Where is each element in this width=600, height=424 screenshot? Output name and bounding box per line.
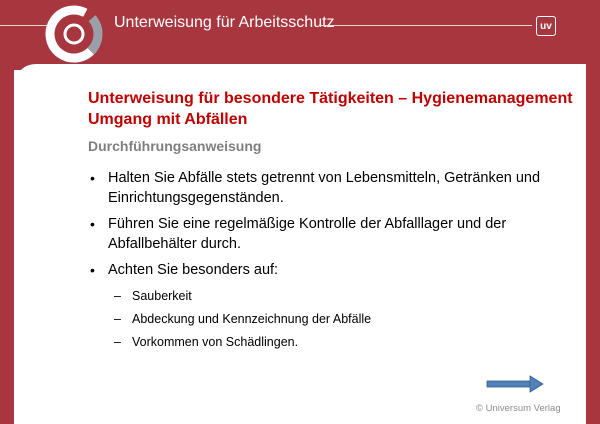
header-title: Unterweisung für Arbeitsschutz <box>114 14 335 31</box>
bullet-text: Halten Sie Abfälle stets getrennt von Le… <box>108 170 541 206</box>
section-subtitle: Durchführungsanweisung <box>88 138 262 154</box>
bullet-text: Führen Sie eine regelmäßige Kontrolle de… <box>108 216 507 252</box>
sub-bullet-item: – Vorkommen von Schädlingen. <box>108 332 568 352</box>
header-rule-right <box>320 25 532 26</box>
right-arrow-icon[interactable] <box>486 374 544 394</box>
sub-bullet-list: – Sauberkeit – Abdeckung und Kennzeichnu… <box>108 286 568 352</box>
sub-bullet-marker: – <box>114 335 121 349</box>
bullet-marker: • <box>90 216 95 232</box>
sub-bullet-text: Abdeckung und Kennzeichnung der Abfälle <box>132 312 372 326</box>
brand-logo-icon <box>45 5 103 63</box>
bullet-marker: • <box>90 262 95 278</box>
sub-bullet-text: Vorkommen von Schädlingen. <box>132 335 299 349</box>
left-frame <box>0 64 14 424</box>
sub-bullet-marker: – <box>114 289 121 303</box>
slide-title-line-2: Umgang mit Abfällen <box>88 111 248 128</box>
header-rule-left <box>0 25 50 26</box>
bullet-item: • Halten Sie Abfälle stets getrennt von … <box>88 168 568 208</box>
sub-bullet-marker: – <box>114 312 121 326</box>
bullet-item: • Achten Sie besonders auf: – Sauberkeit… <box>88 260 568 352</box>
bullet-item: • Führen Sie eine regelmäßige Kontrolle … <box>88 214 568 254</box>
sub-bullet-item: – Sauberkeit <box>108 286 568 306</box>
uv-logo-badge: uv <box>536 16 556 36</box>
slide-title: Unterweisung für besondere Tätigkeiten –… <box>88 88 578 130</box>
bullet-marker: • <box>90 170 95 186</box>
sub-bullet-text: Sauberkeit <box>132 289 192 303</box>
slide-title-line-1: Unterweisung für besondere Tätigkeiten –… <box>88 90 573 107</box>
sub-bullet-item: – Abdeckung und Kennzeichnung der Abfäll… <box>108 309 568 329</box>
bullet-text: Achten Sie besonders auf: <box>108 262 279 278</box>
right-frame <box>586 64 600 424</box>
copyright-notice: © Universum Verlag <box>476 403 561 414</box>
bullet-list: • Halten Sie Abfälle stets getrennt von … <box>88 168 568 358</box>
